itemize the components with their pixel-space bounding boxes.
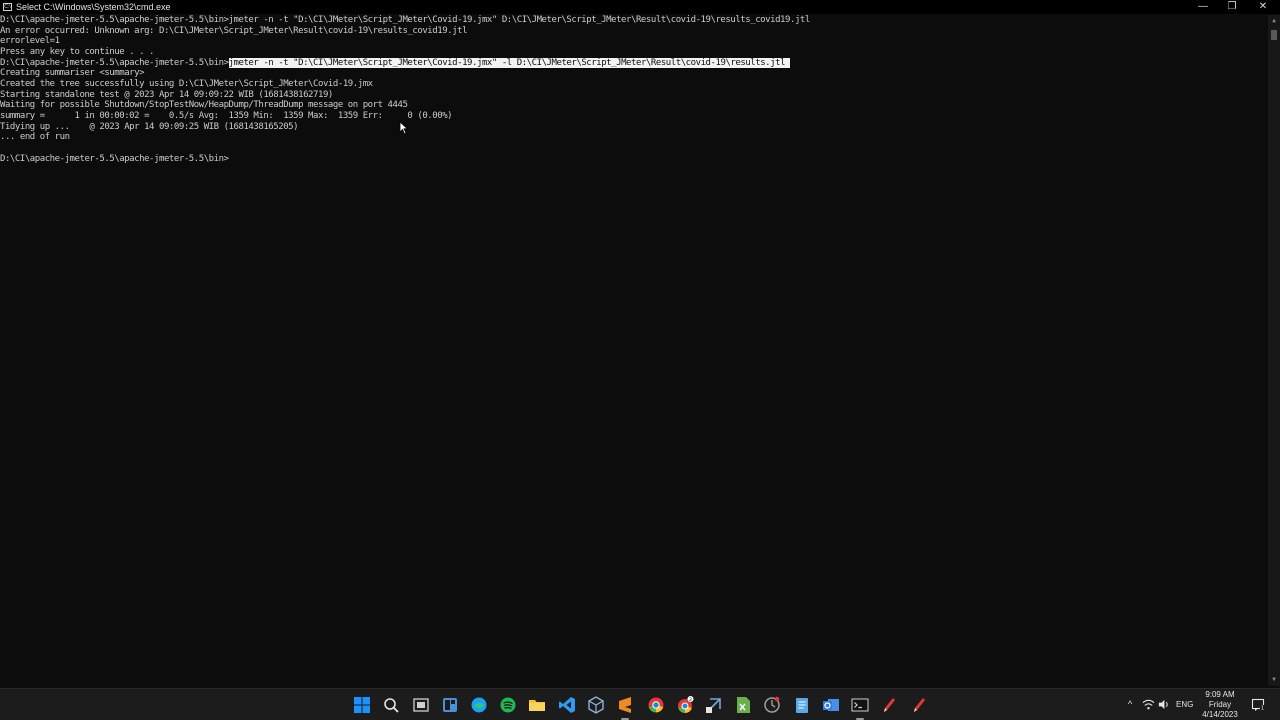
vertical-scrollbar[interactable]: ▲ ▼ [1268, 15, 1280, 686]
terminal-line: Press any key to continue . . . [0, 46, 155, 57]
mouse-pointer-icon [399, 121, 409, 135]
close-button[interactable]: ✕ [1248, 0, 1278, 14]
terminal-line: errorlevel=1 [0, 36, 60, 47]
taskbar: 2 ^ ENG 9:09 AM Friday 4/14/2023 1 [0, 688, 1280, 720]
svg-text:1: 1 [1261, 706, 1264, 712]
tray-overflow-chevron-icon[interactable]: ^ [1128, 699, 1132, 709]
task-view-icon[interactable] [412, 696, 430, 714]
terminal-line: Waiting for possible Shutdown/StopTestNo… [0, 100, 408, 111]
clock-time: 9:09 AM [1205, 690, 1235, 699]
network-tool-icon[interactable] [705, 696, 723, 714]
outlook-icon[interactable] [822, 696, 840, 714]
terminal-line: Creating summariser <summary> [0, 68, 145, 79]
network-icon[interactable] [1142, 698, 1155, 711]
clock-day: Friday [1208, 700, 1232, 709]
edge-browser-icon[interactable] [470, 696, 488, 714]
terminal-line: summary = 1 in 00:00:02 = 0.5/s Avg: 135… [0, 110, 453, 121]
vscode-icon[interactable] [558, 696, 576, 714]
file-explorer-icon[interactable] [528, 696, 546, 714]
clock-date: 4/14/2023 [1202, 710, 1238, 719]
system-clock[interactable]: 9:09 AM Friday 4/14/2023 [1198, 689, 1242, 720]
selected-command-text[interactable]: jmeter -n -t "D:\CI\JMeter\Script_JMeter… [228, 57, 790, 68]
language-indicator[interactable]: ENG [1176, 700, 1193, 709]
search-icon[interactable] [382, 696, 400, 714]
terminal-line: Starting standalone test @ 2023 Apr 14 0… [0, 89, 333, 100]
terminal-output[interactable]: D:\CI\apache-jmeter-5.5\apache-jmeter-5.… [0, 15, 1268, 686]
minimize-button[interactable]: — [1188, 0, 1218, 14]
terminal-line: D:\CI\apache-jmeter-5.5\apache-jmeter-5.… [0, 153, 229, 164]
maximize-button[interactable]: ❐ [1217, 0, 1247, 14]
notepad-icon[interactable] [793, 696, 811, 714]
command-prompt-icon[interactable] [851, 696, 869, 720]
scroll-up-arrow-icon[interactable]: ▲ [1268, 15, 1280, 27]
scroll-down-arrow-icon[interactable]: ▼ [1268, 674, 1280, 686]
svg-text:2: 2 [689, 697, 692, 703]
terminal-line: D:\CI\apache-jmeter-5.5\apache-jmeter-5.… [0, 15, 810, 25]
volume-icon[interactable] [1157, 698, 1170, 711]
window-title: Select C:\Windows\System32\cmd.exe [16, 2, 171, 12]
terminal-line: Tidying up ... @ 2023 Apr 14 09:09:25 WI… [0, 121, 299, 132]
chrome-notification-icon[interactable]: 2 [676, 696, 694, 714]
terminal-line: D:\CI\apache-jmeter-5.5\apache-jmeter-5.… [0, 57, 1268, 69]
cmd-icon: C:\ [3, 3, 12, 11]
widgets-icon[interactable] [441, 696, 459, 714]
terminal-line: ... end of run [0, 132, 70, 143]
virtualbox-icon[interactable] [587, 696, 605, 714]
vpn-shield-icon[interactable] [763, 696, 781, 714]
terminal-line: An error occurred: Unknown arg: D:\CI\JM… [0, 25, 468, 36]
terminal-prompt: D:\CI\apache-jmeter-5.5\apache-jmeter-5.… [0, 57, 229, 68]
pen-tool-2-icon[interactable] [910, 696, 928, 714]
chrome-icon[interactable] [647, 696, 665, 714]
terminal-line: Created the tree successfully using D:\C… [0, 78, 373, 89]
window-title-bar[interactable]: C:\ Select C:\Windows\System32\cmd.exe —… [0, 0, 1280, 14]
sublime-text-icon[interactable] [616, 696, 634, 720]
excel-file-icon[interactable] [734, 696, 752, 714]
scroll-thumb[interactable] [1271, 30, 1277, 40]
windows-start-icon[interactable] [353, 696, 371, 714]
spotify-icon[interactable] [499, 696, 517, 714]
notification-center-icon[interactable]: 1 [1251, 698, 1265, 712]
pen-tool-icon[interactable] [880, 696, 898, 714]
